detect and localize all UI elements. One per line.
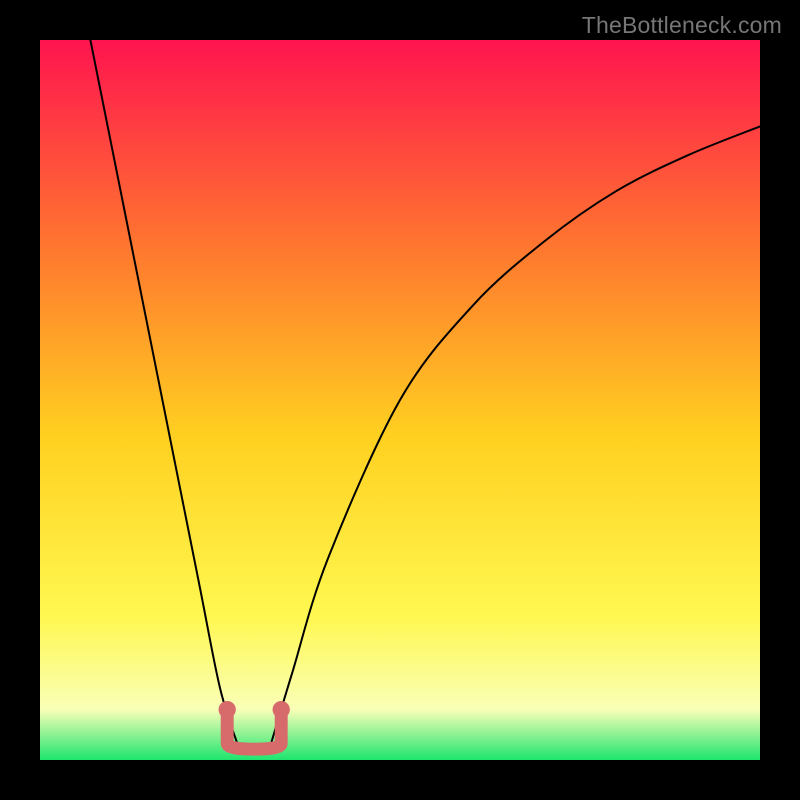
- valley-endpoint-dot: [273, 701, 290, 718]
- watermark-text: TheBottleneck.com: [582, 12, 782, 39]
- chart-frame: TheBottleneck.com: [0, 0, 800, 800]
- plot-svg: [40, 40, 760, 760]
- valley-endpoint-dot: [219, 701, 236, 718]
- plot-area: [40, 40, 760, 760]
